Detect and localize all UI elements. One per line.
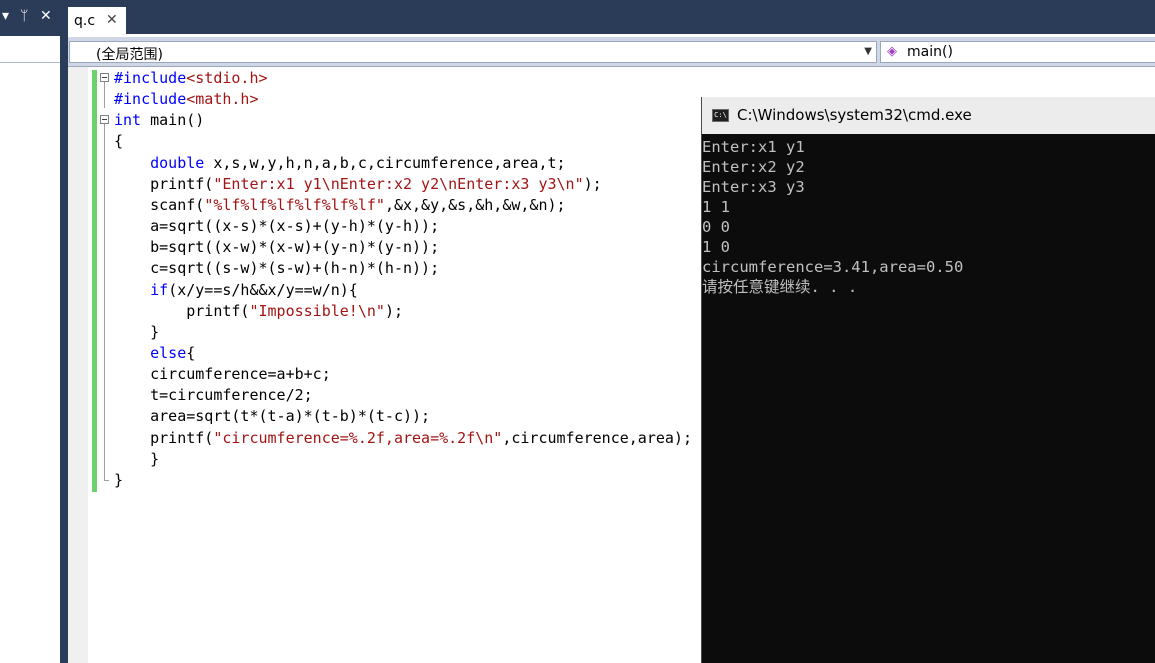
- change-tracking-bar: [92, 70, 97, 492]
- code-string: <stdio.h>: [186, 69, 268, 87]
- code-token: printf(: [114, 174, 214, 193]
- console-title-bar[interactable]: C:\ C:\Windows\system32\cmd.exe: [702, 97, 1155, 134]
- console-line: 1 0: [702, 238, 730, 256]
- code-token: {: [186, 343, 196, 362]
- editor-gutter: [68, 67, 88, 663]
- code-token: x,s,w,y,h,n,a,b,c,circumference,area,t;: [204, 153, 566, 172]
- code-line: }: [114, 449, 159, 470]
- left-panel-toolbar: [0, 36, 60, 63]
- left-panel-header: ▾ ᛘ ✕: [0, 0, 60, 36]
- code-line: double x,s,w,y,h,n,a,b,c,circumference,a…: [114, 153, 566, 174]
- code-line: }: [114, 470, 123, 491]
- code-line: int main(): [114, 110, 204, 131]
- member-dropdown[interactable]: ◈ main(): [880, 41, 1155, 63]
- collapse-main-icon[interactable]: [100, 115, 109, 124]
- panel-dropdown-icon[interactable]: ▾: [2, 8, 9, 24]
- scope-value: (全局范围): [96, 47, 163, 63]
- code-token: scanf(: [114, 195, 205, 214]
- panel-splitter[interactable]: [60, 0, 68, 663]
- console-line: 请按任意键继续. . .: [702, 278, 858, 296]
- console-line: 0 0: [702, 218, 730, 236]
- code-string: "circumference=%.2f,area=%.2f\n": [213, 428, 503, 447]
- code-keyword: if: [150, 280, 169, 299]
- cmd-icon: C:\: [712, 109, 729, 122]
- code-keyword: int: [114, 111, 142, 130]
- code-token: (x/y==s/h&&x/y==w/n){: [168, 280, 358, 299]
- tab-label: q.c: [74, 13, 96, 29]
- code-line: circumference=a+b+c;: [114, 364, 331, 385]
- code-token: }: [114, 322, 160, 341]
- code-line: b=sqrt((x-w)*(x-w)+(y-n)*(y-n));: [114, 237, 439, 258]
- code-line: #include<stdio.h>: [114, 68, 268, 89]
- member-value: main(): [907, 44, 953, 60]
- chevron-down-icon[interactable]: ▼: [864, 46, 872, 57]
- code-line: else{: [114, 343, 195, 364]
- pin-icon[interactable]: ᛘ: [20, 8, 28, 24]
- console-output[interactable]: Enter:x1 y1 Enter:x2 y2 Enter:x3 y3 1 1 0 0 1…: [702, 137, 1155, 297]
- code-token: );: [583, 174, 602, 193]
- code-line: c=sqrt((s-w)*(s-w)+(h-n)*(h-n));: [114, 258, 439, 279]
- code-token: a=sqrt((x-s)*(x-s)+(y-h)*(y-h));: [114, 217, 440, 236]
- code-string: "Enter:x1 y1\nEnter:x2 y2\nEnter:x3 y3\n…: [213, 174, 584, 193]
- code-token: printf(: [114, 428, 214, 447]
- console-line: Enter:x3 y3: [702, 178, 805, 196]
- method-icon: ◈: [887, 44, 897, 59]
- console-line: 1 1: [702, 198, 730, 216]
- document-tab-strip: q.c ✕: [68, 0, 1155, 36]
- code-token: );: [384, 301, 403, 320]
- code-token: ,&x,&y,&s,&h,&w,&n);: [384, 195, 566, 214]
- code-token: }: [114, 470, 124, 489]
- navigation-bar: (全局范围) ▼ ◈ main(): [68, 37, 1155, 66]
- code-token: b=sqrt((x-w)*(x-w)+(y-n)*(y-n));: [114, 238, 440, 257]
- outline-end: [104, 480, 109, 481]
- console-window[interactable]: C:\ C:\Windows\system32\cmd.exe Enter:x1…: [701, 97, 1155, 663]
- outline-line: [104, 82, 105, 108]
- code-token: ,circumference,area);: [502, 428, 692, 447]
- code-line: printf("circumference=%.2f,area=%.2f\n",…: [114, 428, 692, 449]
- code-line: if(x/y==s/h&&x/y==w/n){: [114, 280, 358, 301]
- code-keyword: else: [150, 343, 187, 362]
- code-line: printf("Impossible!\n");: [114, 301, 403, 322]
- code-keyword: #include: [114, 90, 187, 109]
- tab-close-icon[interactable]: ✕: [106, 12, 118, 28]
- code-line: scanf("%lf%lf%lf%lf%lf%lf",&x,&y,&s,&h,&…: [114, 195, 566, 216]
- code-line: }: [114, 322, 159, 343]
- console-line: Enter:x2 y2: [702, 158, 805, 176]
- code-token: c=sqrt((s-w)*(s-w)+(h-n)*(h-n));: [114, 259, 440, 278]
- code-token: t=circumference/2;: [114, 386, 313, 405]
- code-token: circumference=a+b+c;: [114, 365, 331, 384]
- console-title: C:\Windows\system32\cmd.exe: [737, 106, 972, 124]
- collapse-include-icon[interactable]: [100, 73, 109, 82]
- code-keyword: double: [150, 153, 205, 172]
- code-string: "%lf%lf%lf%lf%lf%lf": [204, 195, 385, 214]
- code-line: area=sqrt(t*(t-a)*(t-b)*(t-c));: [114, 406, 430, 427]
- code-line: printf("Enter:x1 y1\nEnter:x2 y2\nEnter:…: [114, 174, 602, 195]
- code-token: }: [114, 449, 160, 468]
- code-token: {: [114, 132, 124, 151]
- panel-close-icon[interactable]: ✕: [40, 8, 52, 24]
- outline-line: [104, 124, 105, 481]
- console-line: circumference=3.41,area=0.50: [702, 258, 964, 276]
- code-string: "Impossible!\n": [249, 301, 385, 320]
- tab-q-c[interactable]: q.c ✕: [68, 7, 126, 36]
- code-line: t=circumference/2;: [114, 385, 313, 406]
- code-line: a=sqrt((x-s)*(x-s)+(y-h)*(y-h));: [114, 216, 439, 237]
- code-token: area=sqrt(t*(t-a)*(t-b)*(t-c));: [114, 407, 431, 426]
- outline-margin: [100, 67, 112, 663]
- code-keyword: #include: [114, 69, 187, 87]
- code-token: main(): [141, 111, 205, 130]
- code-token: printf(: [114, 301, 250, 320]
- scope-dropdown[interactable]: (全局范围) ▼: [69, 41, 877, 63]
- left-tool-panel: ▾ ᛘ ✕: [0, 0, 60, 663]
- console-line: Enter:x1 y1: [702, 138, 805, 156]
- code-string: <math.h>: [186, 90, 259, 109]
- code-line: #include<math.h>: [114, 89, 259, 110]
- code-line: {: [114, 131, 123, 152]
